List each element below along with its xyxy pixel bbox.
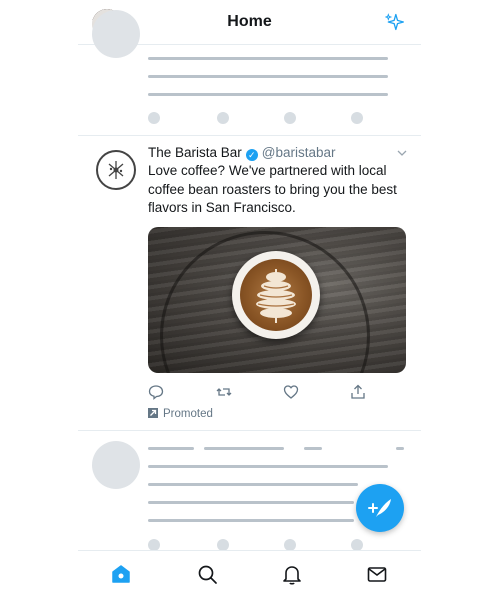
placeholder-line xyxy=(148,519,354,522)
compose-tweet-button[interactable] xyxy=(356,484,404,532)
rosetta-art-icon xyxy=(256,269,296,323)
latte-art-image[interactable] xyxy=(148,227,406,373)
tweet-author-handle[interactable]: @baristabar xyxy=(262,145,336,160)
promoted-text: Promoted xyxy=(163,408,213,420)
placeholder-action xyxy=(148,112,160,124)
phone-screen: Home The Barista Bar ✓ @baristabar Love co… xyxy=(78,0,421,600)
tweet-header: The Barista Bar ✓ @baristabar xyxy=(148,145,336,161)
placeholder-line xyxy=(148,447,194,450)
feed-divider xyxy=(78,430,421,431)
placeholder-line xyxy=(148,483,358,486)
like-icon[interactable] xyxy=(283,384,299,400)
promoted-icon xyxy=(148,408,158,418)
compose-feather-icon xyxy=(368,499,391,517)
placeholder-avatar xyxy=(92,441,140,489)
placeholder-line xyxy=(148,75,388,78)
placeholder-action xyxy=(284,112,296,124)
tweet-actions xyxy=(148,384,408,402)
placeholder-line xyxy=(148,93,388,96)
feed-divider xyxy=(78,135,421,136)
placeholder-line xyxy=(148,57,388,60)
share-icon[interactable] xyxy=(350,384,366,400)
retweet-icon[interactable] xyxy=(216,384,232,400)
tweet-author-name[interactable]: The Barista Bar xyxy=(148,145,242,160)
placeholder-line xyxy=(148,465,388,468)
verified-badge-icon: ✓ xyxy=(245,149,258,161)
notifications-icon[interactable] xyxy=(281,563,303,585)
brand-logo[interactable] xyxy=(96,150,136,190)
messages-icon[interactable] xyxy=(366,563,388,585)
promoted-label: Promoted xyxy=(148,408,213,420)
coffee-cup xyxy=(232,251,320,339)
bottom-navigation xyxy=(78,550,421,600)
chevron-down-icon[interactable] xyxy=(397,148,407,158)
search-icon[interactable] xyxy=(196,563,218,585)
placeholder-line xyxy=(148,501,354,504)
sparkle-icon[interactable] xyxy=(385,12,405,32)
barista-logo-icon xyxy=(108,161,124,179)
placeholder-line xyxy=(304,447,322,450)
placeholder-action xyxy=(217,112,229,124)
tweet-text: Love coffee? We've partnered with local … xyxy=(148,163,397,215)
placeholder-action xyxy=(351,112,363,124)
placeholder-line xyxy=(204,447,284,450)
placeholder-avatar xyxy=(92,10,140,58)
reply-icon[interactable] xyxy=(148,384,164,400)
placeholder-line xyxy=(396,447,404,450)
home-icon[interactable] xyxy=(110,563,132,585)
latte-foam xyxy=(240,259,312,331)
